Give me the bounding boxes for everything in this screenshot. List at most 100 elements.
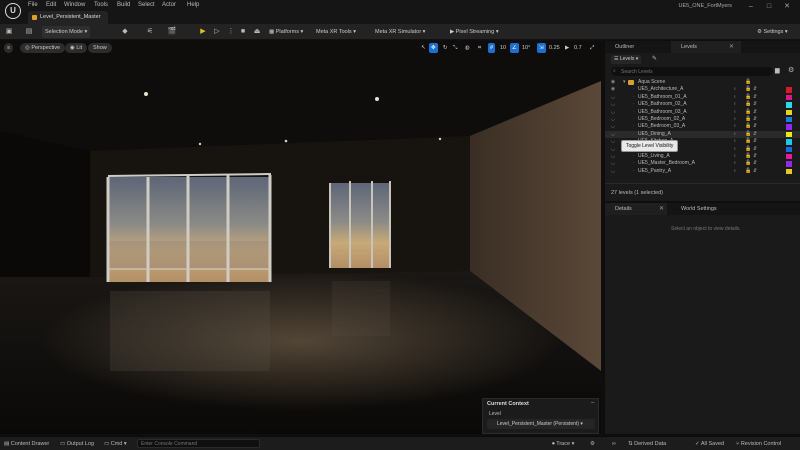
pixel-streaming-dropdown[interactable]: ▶ Pixel Streaming ▾: [447, 26, 502, 38]
menu-select[interactable]: Select: [138, 2, 155, 8]
level-row[interactable]: ◉ · UE5_Architecture_A ♁ 🔓 ⇵: [605, 86, 800, 93]
levels-settings-icon[interactable]: ⚙: [788, 66, 794, 74]
save-level-icon[interactable]: ⇵: [753, 86, 757, 93]
level-group-row[interactable]: ◉ ▾ Aqua Scene 🔓: [605, 79, 800, 86]
menu-build[interactable]: Build: [117, 2, 130, 8]
visibility-eye-icon[interactable]: ◡: [610, 123, 616, 130]
perspective-button[interactable]: ◎ Perspective: [20, 43, 66, 53]
insights-icon[interactable]: ∞: [612, 439, 616, 449]
tab-details[interactable]: Details: [605, 203, 667, 215]
level-row[interactable]: ◡ · UE5_Pantry_A ♁ 🔓 ⇵: [605, 168, 800, 175]
show-button[interactable]: Show: [88, 43, 112, 53]
lock-icon[interactable]: 🔓: [745, 168, 751, 175]
lighting-scenario-icon[interactable]: ♁: [733, 160, 737, 167]
trace-dropdown[interactable]: ⏺ Trace ▾: [552, 439, 574, 449]
level-row[interactable]: ◡ · UE5_Bedroom_03_A ♁ 🔓 ⇵: [605, 123, 800, 130]
camera-speed-icon[interactable]: ▶: [563, 43, 571, 53]
camera-speed-value[interactable]: 0.7: [572, 43, 584, 53]
visibility-eye-icon[interactable]: ◡: [610, 138, 616, 145]
rotation-snap-icon[interactable]: ∠: [510, 43, 519, 53]
close-levels-tab-icon[interactable]: ✕: [729, 43, 734, 50]
level-color-swatch[interactable]: [786, 87, 792, 93]
eject-icon[interactable]: ⏏: [252, 27, 262, 37]
lighting-scenario-icon[interactable]: ♁: [733, 116, 737, 123]
level-color-swatch[interactable]: [786, 102, 792, 108]
meta-xr-simulator-dropdown[interactable]: Meta XR Simulator ▾: [372, 26, 428, 38]
visibility-eye-icon[interactable]: ◡: [610, 116, 616, 123]
lighting-scenario-icon[interactable]: ♁: [733, 94, 737, 101]
level-row[interactable]: ◡ · UE5_Bathroom_02_A ♁ 🔓 ⇵: [605, 101, 800, 108]
settings-dropdown[interactable]: ⚙ Settings ▾: [754, 26, 791, 38]
save-level-icon[interactable]: ⇵: [753, 101, 757, 108]
level-color-swatch[interactable]: [786, 139, 792, 145]
platforms-dropdown[interactable]: ▦ Platforms ▾: [266, 26, 306, 38]
save-icon[interactable]: ▣: [4, 27, 14, 37]
blueprint-icon[interactable]: ⚟: [145, 27, 155, 37]
level-document-tab[interactable]: Level_Persistent_Master: [28, 11, 108, 24]
grid-snap-icon[interactable]: #: [488, 43, 496, 53]
menu-tools[interactable]: Tools: [94, 2, 108, 8]
play-options-icon[interactable]: ⋮: [226, 27, 236, 37]
level-row[interactable]: ◡ · UE5_Living_A ♁ 🔓 ⇵: [605, 153, 800, 160]
save-level-icon[interactable]: ⇵: [753, 138, 757, 145]
context-level-dropdown[interactable]: Level_Persistent_Master (Persistent) ▾: [487, 419, 595, 429]
save-level-icon[interactable]: ⇵: [753, 153, 757, 160]
save-level-icon[interactable]: ⇵: [753, 94, 757, 101]
lighting-scenario-icon[interactable]: ♁: [733, 153, 737, 160]
minimize-icon[interactable]: –: [744, 2, 758, 12]
search-levels-field[interactable]: ⌕: [611, 67, 773, 76]
translate-tool-icon[interactable]: ✥: [429, 43, 438, 53]
eyedropper-icon[interactable]: ✎: [652, 55, 657, 62]
scale-tool-icon[interactable]: ⤡: [451, 43, 459, 53]
play-icon[interactable]: ▶: [198, 27, 208, 37]
meta-xr-tools-dropdown[interactable]: Meta XR Tools ▾: [313, 26, 359, 38]
level-row[interactable]: ◡ · UE5_Bathroom_03_A ♁ 🔓 ⇵: [605, 109, 800, 116]
viewport-menu-icon[interactable]: ≡: [4, 43, 14, 53]
add-level-folder-icon[interactable]: ▆: [775, 67, 780, 74]
visibility-eye-icon[interactable]: ◉: [610, 86, 616, 93]
lock-icon[interactable]: 🔓: [745, 109, 751, 116]
tab-outliner[interactable]: Outliner: [605, 41, 667, 53]
menu-file[interactable]: File: [28, 2, 38, 8]
levels-dropdown[interactable]: ☰ Levels ▾: [611, 55, 641, 64]
trace-options-icon[interactable]: ⚙: [590, 439, 595, 449]
visibility-eye-icon[interactable]: ◉: [610, 79, 616, 86]
derived-data-button[interactable]: ⇅ Derived Data: [628, 439, 666, 449]
save-level-icon[interactable]: ⇵: [753, 116, 757, 123]
step-icon[interactable]: ▷: [212, 27, 222, 37]
save-level-icon[interactable]: ⇵: [753, 109, 757, 116]
search-levels-input[interactable]: [621, 67, 769, 76]
level-color-swatch[interactable]: [786, 161, 792, 167]
visibility-eye-icon[interactable]: ◡: [610, 94, 616, 101]
select-tool-icon[interactable]: ↖: [419, 43, 428, 53]
level-color-swatch[interactable]: [786, 146, 792, 152]
close-icon[interactable]: ✕: [780, 2, 794, 12]
level-row[interactable]: ◡ · UE5_Bedroom_02_A ♁ 🔓 ⇵: [605, 116, 800, 123]
maximize-icon[interactable]: □: [762, 2, 776, 12]
world-local-icon[interactable]: ◍: [463, 43, 472, 53]
lock-icon[interactable]: 🔓: [745, 101, 751, 108]
context-collapse-icon[interactable]: –: [591, 400, 594, 406]
level-color-swatch[interactable]: [786, 109, 792, 115]
lighting-scenario-icon[interactable]: ♁: [733, 109, 737, 116]
visibility-eye-icon[interactable]: ◡: [610, 168, 616, 175]
lighting-scenario-icon[interactable]: ♁: [733, 101, 737, 108]
level-color-swatch[interactable]: [786, 168, 792, 175]
lock-icon[interactable]: 🔓: [745, 138, 751, 145]
rotate-tool-icon[interactable]: ↻: [441, 43, 450, 53]
tab-world-settings[interactable]: World Settings: [671, 203, 751, 215]
lock-icon[interactable]: 🔓: [745, 160, 751, 167]
save-status[interactable]: ✓ All Saved: [695, 439, 724, 449]
lighting-scenario-icon[interactable]: ♁: [733, 86, 737, 93]
revision-control-button[interactable]: ⑂ Revision Control: [736, 439, 781, 449]
lighting-scenario-icon[interactable]: ♁: [733, 168, 737, 175]
level-color-swatch[interactable]: [786, 154, 792, 160]
console-command-input[interactable]: [137, 439, 260, 448]
visibility-eye-icon[interactable]: ◡: [610, 153, 616, 160]
level-row[interactable]: ◡ · UE5_Master_Bedroom_A ♁ 🔓 ⇵: [605, 160, 800, 167]
cmd-dropdown[interactable]: ▭ Cmd ▾: [104, 439, 127, 449]
surface-snap-icon[interactable]: ⌗: [476, 43, 483, 53]
lighting-scenario-icon[interactable]: ♁: [733, 138, 737, 145]
level-row[interactable]: ◡ · UE5_Dining_A ♁ 🔓 ⇵: [605, 130, 800, 139]
save-level-icon[interactable]: ⇵: [753, 131, 757, 138]
